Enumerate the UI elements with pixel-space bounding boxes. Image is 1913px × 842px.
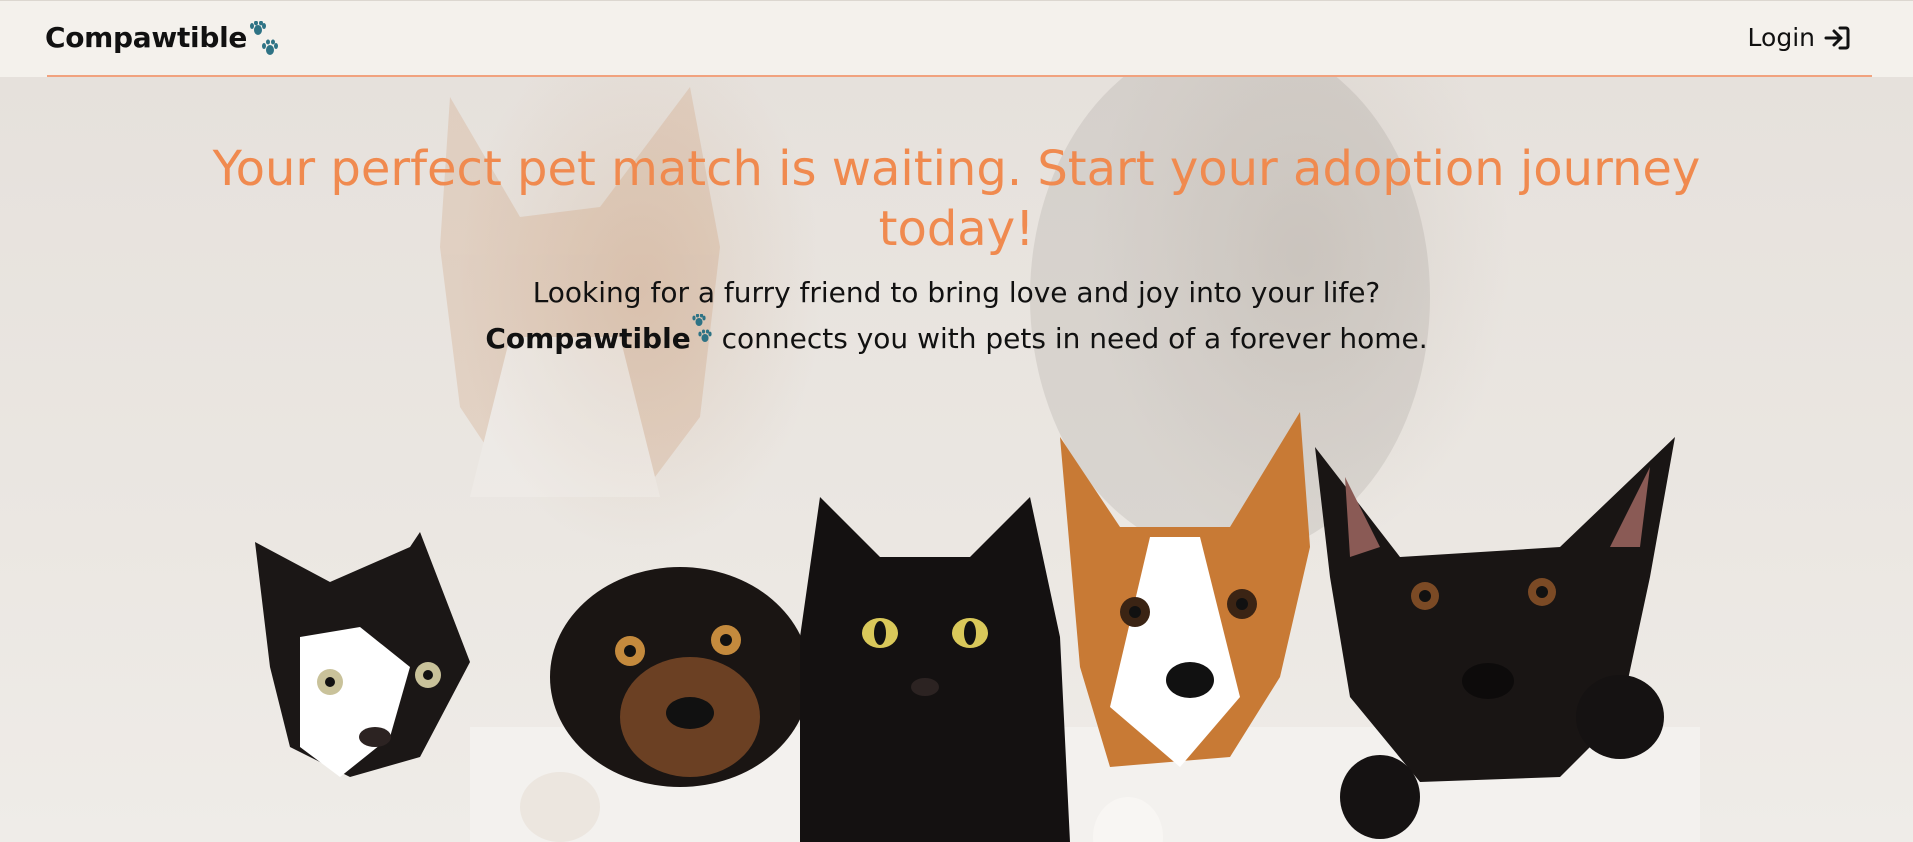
hero-subtext: Looking for a furry friend to bring love… bbox=[0, 270, 1913, 362]
login-button[interactable]: Login bbox=[1748, 23, 1851, 52]
hero-subtext-line2: Compawtible connects you with pets in ne… bbox=[0, 314, 1913, 362]
paw-icon bbox=[692, 314, 712, 342]
hero-headline: Your perfect pet match is waiting. Start… bbox=[212, 141, 1701, 257]
paw-icon bbox=[248, 21, 280, 61]
brand-name: Compawtible bbox=[45, 21, 248, 54]
login-label: Login bbox=[1747, 23, 1815, 52]
login-arrow-icon bbox=[1824, 26, 1850, 49]
hero-section: Your perfect pet match is waiting. Start… bbox=[0, 77, 1913, 842]
brand-logo[interactable]: Compawtible bbox=[45, 21, 280, 61]
inline-brand-name: Compawtible bbox=[485, 322, 691, 355]
inline-brand: Compawtible bbox=[485, 314, 712, 362]
hero-subtext-line1: Looking for a furry friend to bring love… bbox=[532, 276, 1381, 309]
hero-subtext-line2-text: connects you with pets in need of a fore… bbox=[721, 322, 1428, 355]
top-navbar: Compawtible Login bbox=[0, 0, 1913, 77]
